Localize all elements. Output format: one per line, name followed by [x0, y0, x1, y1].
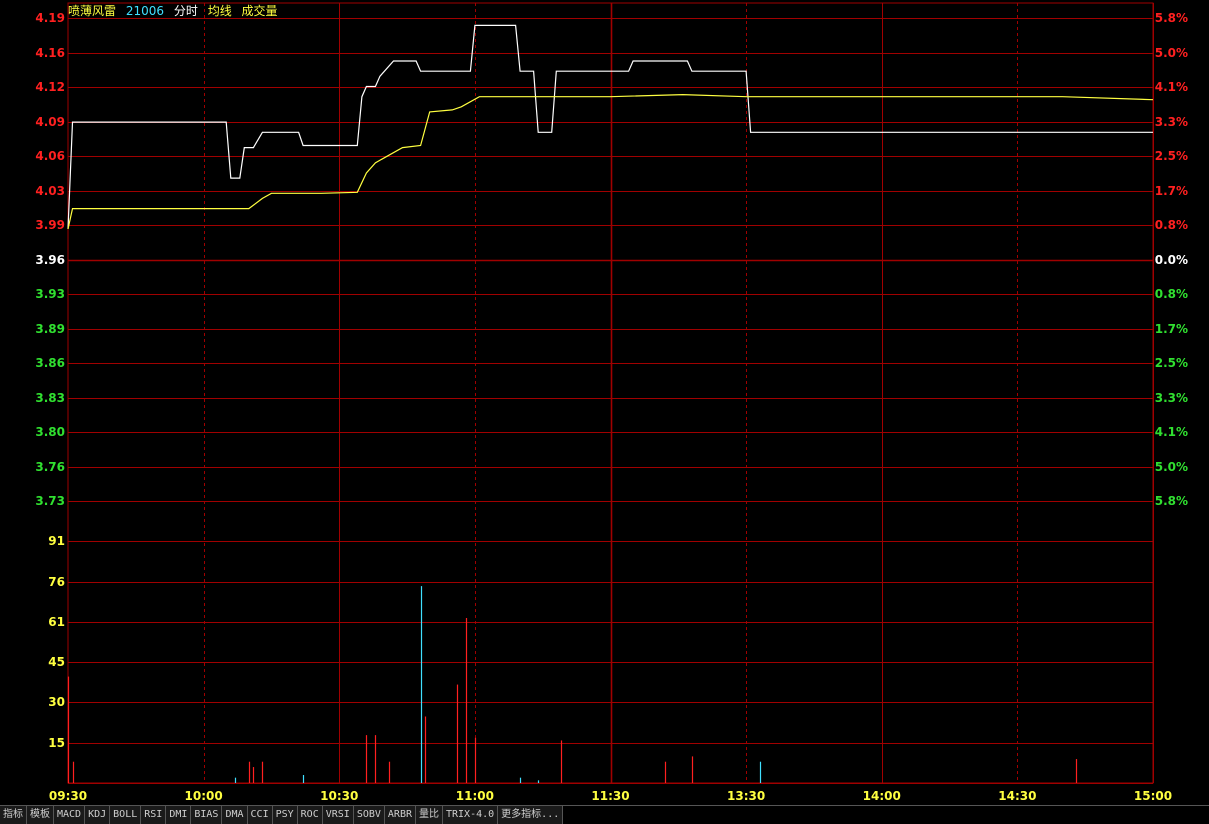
price-tick-label: 3.73: [35, 494, 65, 508]
price-tick-label: 3.80: [35, 425, 65, 439]
price-tick-label: 3.99: [35, 218, 65, 232]
time-tick-label: 11:30: [591, 789, 629, 803]
indicator-tab[interactable]: VRSI: [322, 806, 354, 824]
average-line: [67, 93, 1154, 230]
percent-tick-label: 2.5%: [1155, 149, 1188, 163]
percent-tick-label: 3.3%: [1155, 115, 1188, 129]
indicator-tab[interactable]: CCI: [247, 806, 273, 824]
time-tick-label: 15:00: [1134, 789, 1172, 803]
price-lines: [67, 24, 1154, 230]
indicator-tab[interactable]: DMA: [222, 806, 248, 824]
indicator-tab[interactable]: BIAS: [191, 806, 223, 824]
stock-code: 21006: [125, 4, 165, 18]
percent-tick-label: 5.0%: [1155, 46, 1188, 60]
chart-header: 喷薄风雷 21006 分时 均线 成交量: [68, 3, 284, 19]
volume-label: 成交量: [241, 4, 278, 18]
indicator-tab[interactable]: RSI: [141, 806, 167, 824]
percent-tick-label: 3.3%: [1155, 391, 1188, 405]
indicator-tab[interactable]: ARBR: [384, 806, 416, 824]
volume-tick-label: 91: [48, 534, 65, 548]
price-tick-label: 3.96: [35, 253, 65, 267]
price-tick-label: 3.93: [35, 287, 65, 301]
price-tick-label: 4.12: [35, 80, 65, 94]
percent-tick-label: 1.7%: [1155, 184, 1188, 198]
percent-tick-label: 5.8%: [1155, 494, 1188, 508]
indicator-tab[interactable]: 更多指标...: [498, 806, 564, 824]
indicator-tab[interactable]: BOLL: [110, 806, 142, 824]
percent-tick-label: 5.0%: [1155, 460, 1188, 474]
price-axis-left: 4.19 4.16 4.12 4.09 4.06 4.03 3.99 3.96 3.93 3.89…: [35, 11, 65, 508]
indicator-tab[interactable]: PSY: [272, 806, 298, 824]
price-tick-label: 4.09: [35, 115, 65, 129]
volume-bars: [67, 586, 1078, 783]
avg-line-label: 均线: [207, 4, 232, 18]
time-axis: 09:30 10:00 10:30 11:00 11:30 13:30 14:00 14:30…: [49, 789, 1172, 803]
time-tick-label: 14:30: [998, 789, 1036, 803]
stock-name: 喷薄风雷: [68, 4, 117, 18]
price-tick-label: 3.76: [35, 460, 65, 474]
time-tick-label: 14:00: [863, 789, 901, 803]
intraday-chart[interactable]: 4.19 4.16 4.12 4.09 4.06 4.03 3.99 3.96 3.93 3.89…: [0, 0, 1209, 823]
indicator-tab[interactable]: KDJ: [85, 806, 111, 824]
percent-tick-label: 0.8%: [1155, 218, 1188, 232]
percent-tick-label: 4.1%: [1155, 80, 1188, 94]
percent-tick-label: 0.8%: [1155, 287, 1188, 301]
price-line: [67, 24, 1153, 230]
volume-tick-label: 15: [48, 736, 65, 750]
indicator-tab[interactable]: DMI: [166, 806, 192, 824]
timeshare-label: 分时: [173, 4, 198, 18]
volume-axis: 91 76 61 45 30 15: [48, 534, 65, 750]
indicator-tab[interactable]: SOBV: [353, 806, 385, 824]
volume-tick-label: 30: [48, 695, 65, 709]
price-tick-label: 4.16: [35, 46, 65, 60]
time-tick-label: 10:30: [320, 789, 358, 803]
indicator-tab[interactable]: ROC: [297, 806, 323, 824]
price-tick-label: 3.89: [35, 322, 65, 336]
indicator-tab[interactable]: MACD: [54, 806, 86, 824]
time-tick-label: 13:30: [727, 789, 765, 803]
chart-frame: [67, 2, 1154, 784]
price-tick-label: 3.86: [35, 356, 65, 370]
percent-tick-label: 1.7%: [1155, 322, 1188, 336]
price-tick-label: 4.06: [35, 149, 65, 163]
time-tick-label: 10:00: [185, 789, 223, 803]
percent-tick-label: 2.5%: [1155, 356, 1188, 370]
time-tick-label: 11:00: [456, 789, 494, 803]
price-tick-label: 4.19: [35, 11, 65, 25]
indicator-tab[interactable]: 量比: [416, 806, 443, 824]
percent-axis-right: 5.8% 5.0% 4.1% 3.3% 2.5% 1.7% 0.8% 0.0% 0.8% 1.7%…: [1155, 11, 1188, 508]
volume-tick-label: 76: [48, 575, 65, 589]
percent-tick-label: 0.0%: [1155, 253, 1188, 267]
volume-tick-label: 45: [48, 655, 65, 669]
indicator-tab[interactable]: TRIX-4.0: [443, 806, 499, 824]
volume-tick-label: 61: [48, 615, 65, 629]
percent-tick-label: 4.1%: [1155, 425, 1188, 439]
percent-tick-label: 5.8%: [1155, 11, 1188, 25]
indicator-tabs: 指标 模板 MACD KDJ BOLL RSI DMI BIAS DMA CCI PSY ROC VRS…: [0, 805, 1209, 824]
indicator-tab[interactable]: 指标: [0, 806, 27, 824]
chart-grid: [67, 2, 1154, 784]
price-tick-label: 4.03: [35, 184, 65, 198]
price-tick-label: 3.83: [35, 391, 65, 405]
time-tick-label: 09:30: [49, 789, 87, 803]
indicator-tab[interactable]: 模板: [27, 806, 54, 824]
